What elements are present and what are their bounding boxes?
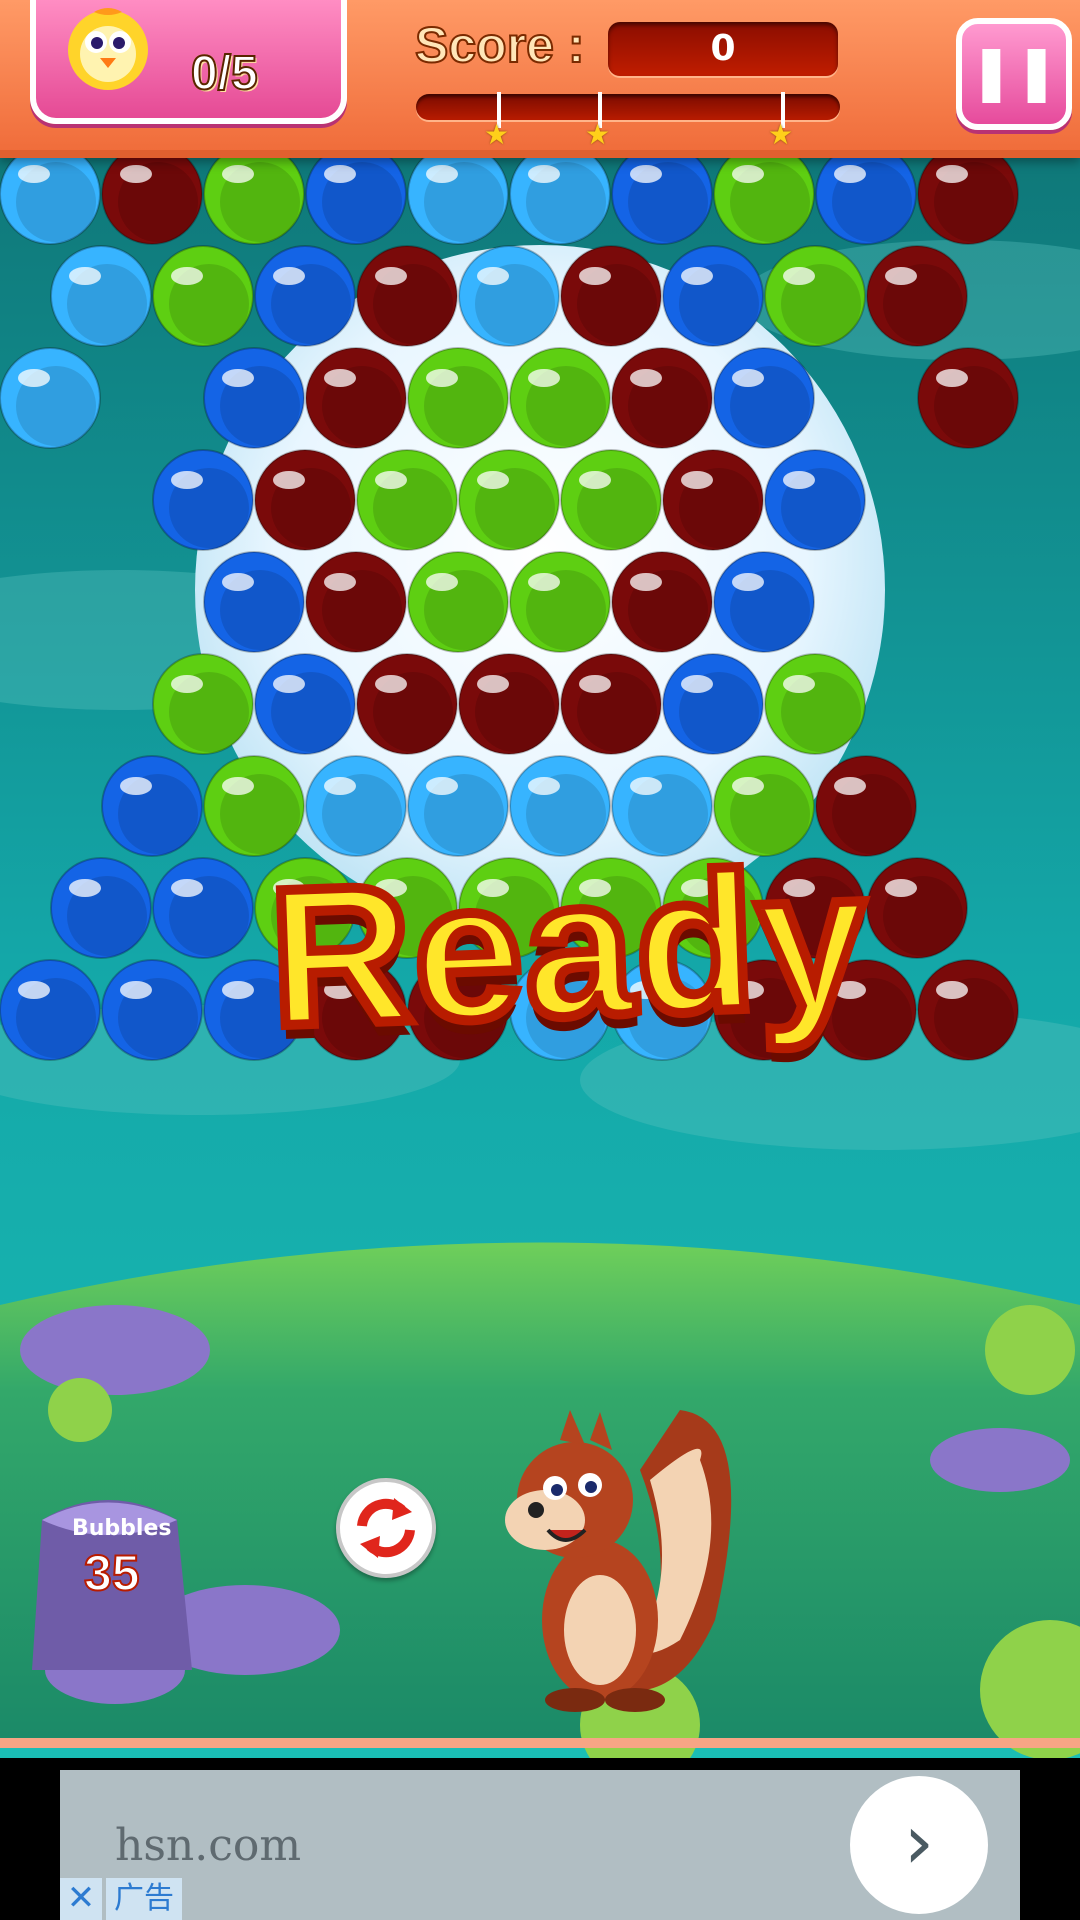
bubble — [0, 143, 101, 245]
bubble — [356, 245, 458, 347]
bubble — [203, 755, 305, 857]
goal-count: 0/5 — [190, 46, 259, 101]
cactus — [48, 1378, 112, 1442]
ad-close-button[interactable]: ✕ — [60, 1878, 102, 1920]
bubble — [407, 551, 509, 653]
bubble — [152, 857, 254, 959]
bubble — [815, 143, 917, 245]
stone — [930, 1428, 1070, 1492]
bubbles-label: Bubbles — [72, 1516, 172, 1541]
bubble — [305, 347, 407, 449]
ad-open-button[interactable]: › — [850, 1776, 988, 1914]
bubble — [764, 449, 866, 551]
swap-bubble-button[interactable] — [336, 1478, 436, 1578]
score-value: 0 — [608, 22, 838, 76]
bubble — [866, 857, 968, 959]
bubble — [917, 959, 1019, 1061]
bubble — [866, 245, 968, 347]
bottom-divider — [0, 1738, 1080, 1748]
close-icon: ✕ — [66, 1878, 96, 1918]
bubble — [0, 347, 101, 449]
hud-bar: 0/5 Score : 0 ★ ★ ★ ❚❚ — [0, 0, 1080, 158]
bubble — [509, 143, 611, 245]
star-icon: ★ — [585, 118, 611, 151]
bubble — [764, 245, 866, 347]
bubble — [305, 551, 407, 653]
bubble — [50, 857, 152, 959]
ready-banner: Ready — [261, 823, 877, 1073]
cactus — [985, 1305, 1075, 1395]
ad-banner[interactable]: hsn.com › — [60, 1770, 1020, 1920]
bubble — [917, 143, 1019, 245]
bubble — [713, 143, 815, 245]
chevron-right-icon: › — [903, 1797, 935, 1886]
bubble — [764, 653, 866, 755]
ad-container: hsn.com › ✕ 广告 — [0, 1758, 1080, 1920]
bubble — [305, 143, 407, 245]
bubble — [254, 653, 356, 755]
bubble — [101, 143, 203, 245]
bubble — [407, 143, 509, 245]
bubble — [152, 245, 254, 347]
bubble — [509, 551, 611, 653]
bubble — [662, 245, 764, 347]
bubble — [356, 449, 458, 551]
bubble — [713, 347, 815, 449]
bubble — [0, 959, 101, 1061]
bubble — [611, 551, 713, 653]
bubble — [458, 449, 560, 551]
stone — [20, 1305, 210, 1395]
ad-label: 广告 — [106, 1878, 182, 1920]
bubble — [407, 347, 509, 449]
ad-url: hsn.com — [115, 1820, 302, 1871]
star-icon: ★ — [768, 118, 794, 151]
bubble — [458, 653, 560, 755]
bubble — [662, 449, 764, 551]
bubble — [203, 347, 305, 449]
bubble — [254, 245, 356, 347]
score-label: Score : — [414, 16, 586, 74]
bubble — [611, 143, 713, 245]
swap-arrows-icon — [357, 1498, 415, 1558]
score-progress-bar — [416, 94, 840, 120]
bubble — [101, 959, 203, 1061]
pause-button[interactable]: ❚❚ — [956, 18, 1072, 130]
bubble — [203, 551, 305, 653]
bubble — [560, 449, 662, 551]
star-icon: ★ — [484, 118, 510, 151]
bubble — [611, 347, 713, 449]
bubble — [560, 245, 662, 347]
bubble — [560, 653, 662, 755]
bubble — [203, 143, 305, 245]
bubble — [458, 245, 560, 347]
pause-icon: ❚❚ — [968, 40, 1060, 103]
bubbles-count: 35 — [83, 1544, 141, 1602]
bubble — [50, 245, 152, 347]
bubble — [101, 755, 203, 857]
chick-icon — [68, 8, 148, 90]
goal-counter: 0/5 — [30, 0, 347, 124]
bubble — [509, 347, 611, 449]
bubble — [152, 449, 254, 551]
bubble — [152, 653, 254, 755]
bubble — [662, 653, 764, 755]
bubble — [713, 551, 815, 653]
bubble — [917, 347, 1019, 449]
bubble — [254, 449, 356, 551]
bubble — [356, 653, 458, 755]
